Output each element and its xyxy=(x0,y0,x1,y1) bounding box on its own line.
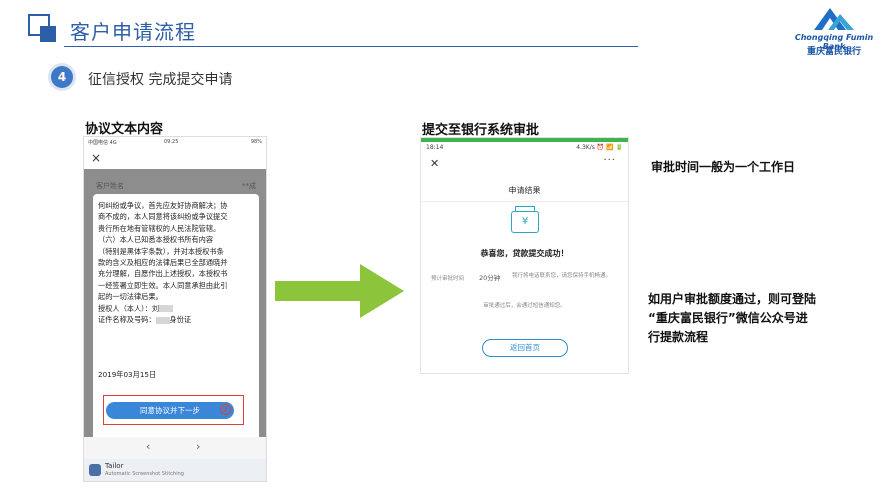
approved-instructions: 如用户审批额度通过，则可登陆 “重庆富民银行”微信公众号进 行提款流程 xyxy=(648,290,878,347)
agreement-line: （特别是黑体字条款），并对本授权书条 xyxy=(98,246,224,256)
wallet-yen-icon: ¥ xyxy=(511,211,539,233)
page-title: 客户申请流程 xyxy=(70,20,196,44)
back-arrow-icon[interactable]: ‹ xyxy=(146,440,150,453)
status-time: 09:25 xyxy=(164,139,179,145)
browser-bottom-nav: ‹ › xyxy=(84,437,266,459)
flow-arrow-icon xyxy=(360,264,404,318)
step-number-badge: 4 xyxy=(51,66,73,88)
right-caption: 提交至银行系统审批 xyxy=(422,123,540,138)
authorizer-value: 刘 xyxy=(151,303,160,313)
id-row: 证件名称及号码： 身份证 xyxy=(98,314,254,325)
id-label: 证件名称及号码： xyxy=(98,315,156,325)
forward-arrow-icon[interactable]: › xyxy=(196,440,200,453)
id-value: 身份证 xyxy=(169,315,192,325)
instruction-line: 如用户审批额度通过，则可登陆 xyxy=(648,292,817,306)
tailor-app-icon xyxy=(89,464,101,476)
nav-bar: × xyxy=(84,147,266,169)
agreement-phone-screenshot: 中国电信 4G 09:25 98% × 客户姓名 **成 何纠纷或争议，首先应友… xyxy=(83,136,267,482)
divider xyxy=(421,201,628,202)
bank-logo-icon xyxy=(814,8,854,30)
agreement-line: 贵行所在地有管辖权的人民法院管辖。 xyxy=(98,223,221,233)
agreement-dialog: 何纠纷或争议，首先应友好协商解决；协 商不成的，本人同意将该纠纷或争议提交 贵行… xyxy=(93,194,259,442)
authorizer-row: 授权人（本人）：刘 xyxy=(98,303,254,314)
tailor-app-subtitle: Automatic Screenshot Stitching xyxy=(105,471,184,477)
status-indicators: 4.3K/s ⏰ 📶 🔋 xyxy=(576,144,623,151)
result-note: 审批通过后，会通过短信通知您。 xyxy=(483,303,566,309)
tailor-app-name: Tailor xyxy=(105,462,124,470)
close-icon[interactable]: × xyxy=(91,151,101,165)
redacted-block xyxy=(159,305,174,313)
header-divider xyxy=(64,46,638,47)
instruction-line: 行提款流程 xyxy=(648,330,709,344)
step-description: 征信授权 完成提交申请 xyxy=(88,72,233,88)
header-square-filled xyxy=(40,26,56,42)
agreement-line: 起的一切法律后果。 xyxy=(98,292,163,302)
status-carrier: 中国电信 4G xyxy=(88,140,117,146)
status-bar: 中国电信 4G 09:25 98% xyxy=(84,137,266,147)
customer-name-label: 客户姓名 xyxy=(96,182,124,190)
agreement-line: （六）本人已知悉本授权书所有内容 xyxy=(98,235,214,245)
close-icon[interactable]: ✕ xyxy=(430,157,439,170)
left-caption: 协议文本内容 xyxy=(85,122,164,137)
agreement-line: 商不成的，本人同意将该纠纷或争议提交 xyxy=(98,212,228,222)
redacted-block xyxy=(155,316,170,324)
approval-time-note: 审批时间一般为一个工作日 xyxy=(651,160,796,174)
back-home-button[interactable]: 返回首页 xyxy=(482,339,568,357)
customer-name-value: **成 xyxy=(242,182,256,190)
status-time: 18:14 xyxy=(426,144,444,151)
success-message: 恭喜您，贷款提交成功！ xyxy=(480,249,569,258)
bank-logo-chinese: 重庆富民银行 xyxy=(806,47,861,57)
result-page-title: 申请结果 xyxy=(508,186,541,195)
agreement-line: 款的含义及相应的法律后果已全部通晓并 xyxy=(98,258,228,268)
instruction-line: “重庆富民银行”微信公众号进 xyxy=(648,311,808,325)
agreement-line: 充分理解，自愿作出上述授权，本授权书 xyxy=(98,269,228,279)
result-phone-screenshot: 18:14 4.3K/s ⏰ 📶 🔋 ✕ ··· 申请结果 ¥ 恭喜您，贷款提交… xyxy=(420,137,629,374)
estimate-note: 我行将电话联系您，请您保持手机畅通。 xyxy=(512,273,612,279)
estimate-label: 预计审批时间 xyxy=(431,276,465,282)
flow-arrow-body xyxy=(275,281,367,301)
annotation-number: ② xyxy=(220,404,231,415)
status-bar: 18:14 4.3K/s ⏰ 📶 🔋 xyxy=(421,142,628,154)
agreement-line: 何纠纷或争议，首先应友好协商解决；协 xyxy=(98,201,228,210)
agreement-date: 2019年03月15日 xyxy=(98,370,157,379)
agreement-line: 一经签署立即生效。本人同意承担由此引 xyxy=(98,280,228,290)
estimate-value: 20分钟 xyxy=(479,274,501,282)
agree-next-button[interactable]: 同意协议并下一步 xyxy=(106,402,234,419)
authorizer-label: 授权人（本人）： xyxy=(98,303,152,313)
agreement-text: 何纠纷或争议，首先应友好协商解决；协 商不成的，本人同意将该纠纷或争议提交 贵行… xyxy=(98,200,254,325)
form-background: 客户姓名 **成 何纠纷或争议，首先应友好协商解决；协 商不成的，本人同意将该纠… xyxy=(84,169,266,442)
status-battery: 98% xyxy=(250,139,262,145)
more-options-icon[interactable]: ··· xyxy=(603,155,616,166)
tailor-banner: Tailor Automatic Screenshot Stitching xyxy=(84,459,266,481)
